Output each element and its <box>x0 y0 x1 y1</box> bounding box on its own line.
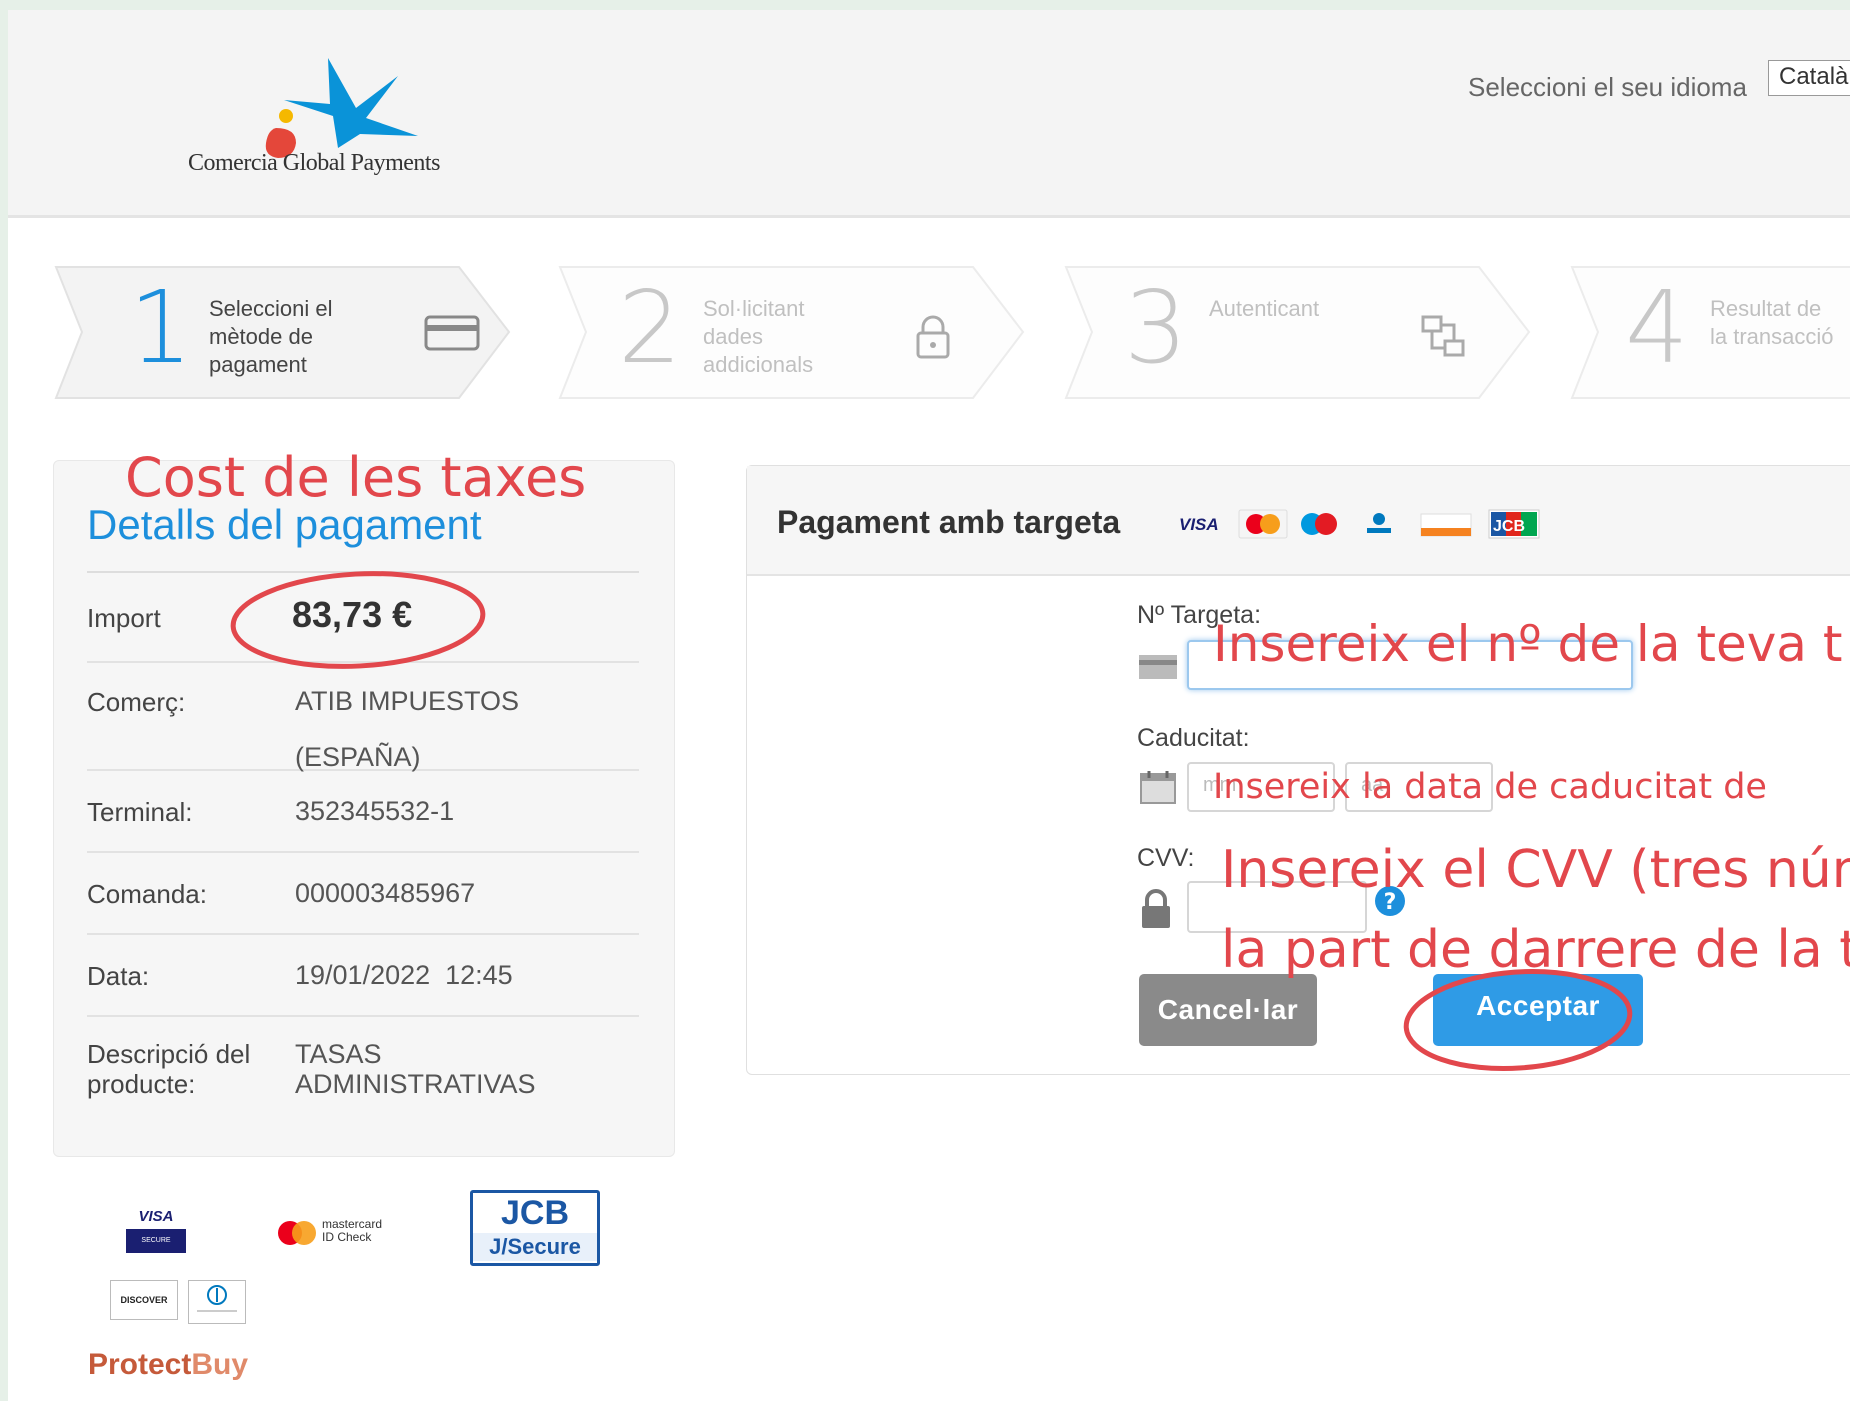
detail-row-merchant: Comerç: ATIB IMPUESTOS (ESPAÑA) <box>87 663 639 772</box>
step-label: Seleccioni el mètode de pagament <box>209 296 333 377</box>
detail-row-terminal: Terminal: 352345532-1 <box>87 771 639 853</box>
annotation-cvv-line1: Insereix el CVV (tres núm <box>1221 840 1850 900</box>
step-4: 4 Resultat de la transacció <box>1570 265 1850 400</box>
visa-secure-logo: VISA SECURE <box>126 1208 186 1253</box>
calendar-icon <box>1140 771 1176 804</box>
diners-club-logo <box>188 1280 246 1324</box>
step-number: 3 <box>1124 269 1188 386</box>
annotation-cvv-line2: la part de darrere de la t <box>1221 920 1850 980</box>
detail-label: Descripció del producte: <box>87 1039 251 1099</box>
annotation-expiry: Insereix la data de caducitat de <box>1213 767 1767 807</box>
network-icon <box>1421 315 1465 357</box>
detail-row-date: Data: 19/01/2022 12:45 <box>87 935 639 1017</box>
lock-icon <box>1142 889 1170 928</box>
diners-icon <box>197 1285 237 1312</box>
discover-logo: DISCOVER <box>110 1280 178 1320</box>
step-label: Sol·licitant dades addicionals <box>703 296 814 377</box>
payment-details-panel: Detalls del pagament Import 83,73 € Come… <box>53 460 675 1157</box>
svg-text:VISA: VISA <box>1179 515 1219 534</box>
lock-icon <box>916 315 950 359</box>
detail-row-description: Descripció del producte: TASAS ADMINISTRAT… <box>87 1017 639 1117</box>
step-3: 3 Autenticant <box>1064 265 1534 400</box>
detail-value: 352345532-1 <box>295 796 455 826</box>
credit-card-icon <box>1139 655 1177 679</box>
mastercard-idcheck-logo: mastercard ID Check <box>276 1218 426 1258</box>
language-label: Seleccioni el seu idioma <box>1468 72 1747 102</box>
annotation-card-number: Insereix el nº de la teva t <box>1213 615 1843 673</box>
mastercard-icon <box>278 1221 316 1245</box>
step-number: 2 <box>618 269 682 386</box>
detail-row-order: Comanda: 000003485967 <box>87 853 639 935</box>
card-brands-icon: VISA JCB <box>1179 509 1540 539</box>
jcb-jsecure-logo: JCB J/Secure <box>470 1190 600 1266</box>
svg-text:JCB: JCB <box>1493 518 1525 535</box>
detail-label: Comerç: <box>87 687 186 717</box>
step-2: 2 Sol·licitant dades addicionals <box>558 265 1028 400</box>
detail-value: 000003485967 <box>295 878 476 908</box>
protectbuy-logo: ProtectBuy <box>88 1348 249 1381</box>
step-label: Autenticant <box>1209 296 1320 321</box>
accept-button[interactable]: Acceptar <box>1433 974 1643 1046</box>
cancel-button[interactable]: Cancel·lar <box>1139 974 1317 1046</box>
browser-page: Comercia Global Payments Seleccioni el s… <box>8 10 1850 1401</box>
detail-label: Import <box>87 603 161 633</box>
progress-steps: 1 Seleccioni el mètode de pagament 2 Sol·l… <box>8 265 1850 405</box>
expiry-label: Caducitat: <box>1137 724 1250 752</box>
logo-text: Comercia Global Payments <box>188 150 440 176</box>
detail-value: TASAS ADMINISTRATIVAS <box>295 1039 536 1099</box>
detail-amount: 83,73 € <box>292 594 413 635</box>
step-number: 4 <box>1625 269 1689 386</box>
step-number: 1 <box>129 269 193 386</box>
payment-header: Pagament amb targeta VISA JCB <box>747 466 1850 576</box>
step-label: Resultat de la transacció <box>1710 296 1834 349</box>
detail-label: Comanda: <box>87 879 207 909</box>
page-header: Comercia Global Payments Seleccioni el s… <box>8 10 1850 218</box>
language-select[interactable]: Català <box>1768 60 1850 96</box>
detail-row-amount: Import 83,73 € <box>87 573 639 663</box>
annotation-taxes: Cost de les taxes <box>125 446 587 509</box>
accepted-cards-strip: VISA JCB <box>1179 506 1549 545</box>
detail-label: Terminal: <box>87 797 193 827</box>
credit-card-icon <box>424 315 480 351</box>
cvv-label: CVV: <box>1137 844 1195 872</box>
step-1: 1 Seleccioni el mètode de pagament <box>54 265 514 400</box>
detail-label: Data: <box>87 961 150 991</box>
detail-value: 19/01/2022 12:45 <box>295 960 513 990</box>
detail-value: ATIB IMPUESTOS (ESPAÑA) <box>295 686 520 772</box>
payment-title: Pagament amb targeta <box>777 504 1121 540</box>
